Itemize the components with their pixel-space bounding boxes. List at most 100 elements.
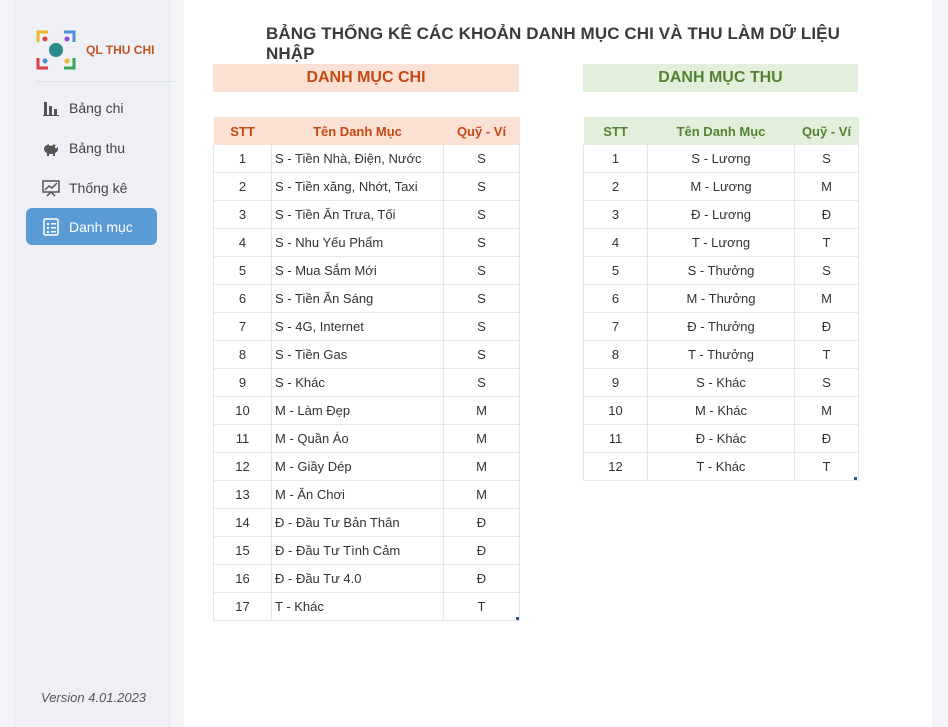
table-row[interactable]: 11 Đ - Khác Đ (583, 424, 859, 453)
cell-quy-vi[interactable]: Đ (443, 564, 520, 593)
cell-ten-danh-muc[interactable]: Đ - Đầu Tư 4.0 (271, 564, 444, 593)
cell-quy-vi[interactable]: T (794, 228, 859, 257)
cell-stt[interactable]: 10 (583, 396, 648, 425)
cell-ten-danh-muc[interactable]: Đ - Đầu Tư Bản Thân (271, 508, 444, 537)
cell-stt[interactable]: 2 (583, 172, 648, 201)
cell-stt[interactable]: 8 (213, 340, 272, 369)
cell-ten-danh-muc[interactable]: T - Khác (271, 592, 444, 621)
cell-quy-vi[interactable]: Đ (794, 424, 859, 453)
cell-quy-vi[interactable]: M (443, 396, 520, 425)
table-row[interactable]: 6M - Thưởng M (583, 284, 859, 313)
table-resize-handle[interactable] (516, 617, 519, 620)
cell-stt[interactable]: 5 (213, 256, 272, 285)
cell-ten-danh-muc[interactable]: Đ - Đầu Tư Tình Cảm (271, 536, 444, 565)
cell-ten-danh-muc[interactable]: T - Khác (647, 452, 795, 481)
cell-ten-danh-muc[interactable]: M - Quần Áo (271, 424, 444, 453)
cell-quy-vi[interactable]: S (794, 368, 859, 397)
cell-stt[interactable]: 1 (583, 145, 648, 173)
cell-quy-vi[interactable]: Đ (443, 536, 520, 565)
cell-ten-danh-muc[interactable]: S - Tiền xăng, Nhớt, Taxi (271, 172, 444, 201)
table-row[interactable]: 7Đ - Thưởng Đ (583, 312, 859, 341)
cell-ten-danh-muc[interactable]: S - Khác (647, 368, 795, 397)
cell-stt[interactable]: 17 (213, 592, 272, 621)
cell-stt[interactable]: 11 (213, 424, 272, 453)
cell-quy-vi[interactable]: S (794, 145, 859, 173)
cell-quy-vi[interactable]: Đ (443, 508, 520, 537)
cell-quy-vi[interactable]: M (794, 284, 859, 313)
table-row[interactable]: 9S - Khác S (213, 368, 520, 397)
cell-stt[interactable]: 4 (213, 228, 272, 257)
table-resize-handle[interactable] (854, 477, 857, 480)
cell-quy-vi[interactable]: S (443, 172, 520, 201)
nav-item-danh-muc[interactable]: Danh mục (26, 208, 157, 245)
cell-stt[interactable]: 14 (213, 508, 272, 537)
cell-ten-danh-muc[interactable]: Đ - Khác (647, 424, 795, 453)
cell-ten-danh-muc[interactable]: M - Ăn Chơi (271, 480, 444, 509)
column-header-ten-danh-muc[interactable]: Tên Danh Mục (647, 117, 795, 145)
table-row[interactable]: 9S - Khác S (583, 368, 859, 397)
nav-item-bang-thu[interactable]: Bảng thu (26, 129, 157, 166)
table-row[interactable]: 3Đ - Lương Đ (583, 200, 859, 229)
column-header-stt[interactable]: STT (583, 117, 648, 145)
table-row[interactable]: 17 T - Khác T (213, 592, 520, 621)
cell-quy-vi[interactable]: S (443, 340, 520, 369)
cell-ten-danh-muc[interactable]: Đ - Lương (647, 200, 795, 229)
cell-ten-danh-muc[interactable]: S - Tiền Ăn Trưa, Tối (271, 200, 444, 229)
cell-quy-vi[interactable]: S (443, 256, 520, 285)
cell-quy-vi[interactable]: S (443, 200, 520, 229)
cell-quy-vi[interactable]: S (443, 228, 520, 257)
cell-stt[interactable]: 7 (583, 312, 648, 341)
table-row[interactable]: 10 M - Khác M (583, 396, 859, 425)
cell-ten-danh-muc[interactable]: S - Lương (647, 145, 795, 173)
table-row[interactable]: 11 M - Quần Áo M (213, 424, 520, 453)
cell-ten-danh-muc[interactable]: S - Tiền Ăn Sáng (271, 284, 444, 313)
cell-ten-danh-muc[interactable]: T - Lương (647, 228, 795, 257)
cell-ten-danh-muc[interactable]: S - Mua Sắm Mới (271, 256, 444, 285)
cell-ten-danh-muc[interactable]: M - Làm Đẹp (271, 396, 444, 425)
nav-item-bang-chi[interactable]: Bảng chi (26, 89, 157, 126)
cell-stt[interactable]: 10 (213, 396, 272, 425)
cell-quy-vi[interactable]: T (794, 452, 859, 481)
cell-ten-danh-muc[interactable]: Đ - Thưởng (647, 312, 795, 341)
column-header-ten-danh-muc[interactable]: Tên Danh Mục (271, 117, 444, 145)
cell-stt[interactable]: 7 (213, 312, 272, 341)
cell-stt[interactable]: 5 (583, 256, 648, 285)
table-row[interactable]: 10 M - Làm Đẹp M (213, 396, 520, 425)
column-header-stt[interactable]: STT (213, 117, 272, 145)
cell-ten-danh-muc[interactable]: S - Tiền Gas (271, 340, 444, 369)
cell-quy-vi[interactable]: T (443, 592, 520, 621)
table-row[interactable]: 5S - Mua Sắm Mới S (213, 256, 520, 285)
table-row[interactable]: 7S - 4G, Internet S (213, 312, 520, 341)
cell-quy-vi[interactable]: Đ (794, 312, 859, 341)
cell-quy-vi[interactable]: T (794, 340, 859, 369)
cell-quy-vi[interactable]: M (443, 424, 520, 453)
cell-quy-vi[interactable]: S (443, 368, 520, 397)
table-row[interactable]: 16 Đ - Đầu Tư 4.0 Đ (213, 564, 520, 593)
table-row[interactable]: 6S - Tiền Ăn Sáng S (213, 284, 520, 313)
table-row[interactable]: 14 Đ - Đầu Tư Bản Thân Đ (213, 508, 520, 537)
table-row[interactable]: 1S - Lương S (583, 145, 859, 173)
table-row[interactable]: 2M - Lương M (583, 172, 859, 201)
nav-item-thong-ke[interactable]: Thống kê (26, 169, 157, 206)
cell-ten-danh-muc[interactable]: M - Giầy Dép (271, 452, 444, 481)
cell-stt[interactable]: 9 (583, 368, 648, 397)
cell-ten-danh-muc[interactable]: S - Khác (271, 368, 444, 397)
cell-quy-vi[interactable]: M (443, 480, 520, 509)
cell-ten-danh-muc[interactable]: S - 4G, Internet (271, 312, 444, 341)
cell-stt[interactable]: 4 (583, 228, 648, 257)
cell-quy-vi[interactable]: S (794, 256, 859, 285)
cell-stt[interactable]: 13 (213, 480, 272, 509)
cell-ten-danh-muc[interactable]: M - Khác (647, 396, 795, 425)
cell-quy-vi[interactable]: S (443, 284, 520, 313)
cell-quy-vi[interactable]: S (443, 145, 520, 173)
cell-stt[interactable]: 11 (583, 424, 648, 453)
table-row[interactable]: 8T - Thưởng T (583, 340, 859, 369)
table-row[interactable]: 4T - Lương T (583, 228, 859, 257)
cell-ten-danh-muc[interactable]: T - Thưởng (647, 340, 795, 369)
cell-stt[interactable]: 9 (213, 368, 272, 397)
cell-stt[interactable]: 15 (213, 536, 272, 565)
table-row[interactable]: 5S - Thưởng S (583, 256, 859, 285)
table-row[interactable]: 12 M - Giầy Dép M (213, 452, 520, 481)
cell-quy-vi[interactable]: S (443, 312, 520, 341)
cell-stt[interactable]: 2 (213, 172, 272, 201)
